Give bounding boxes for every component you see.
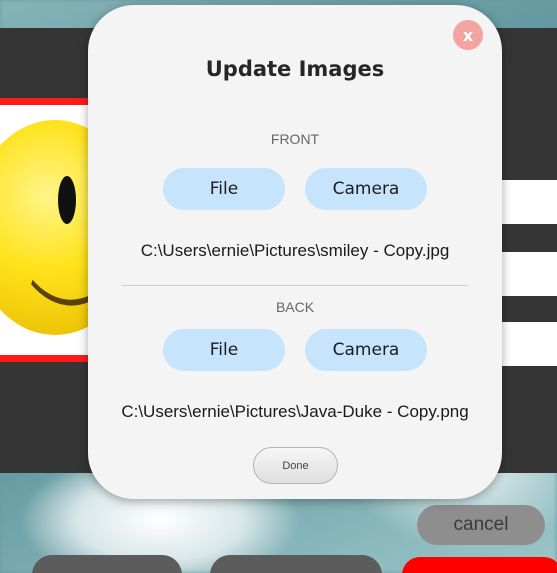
dialog-title: Update Images bbox=[205, 57, 385, 81]
back-file-path: C:\Users\ernie\Pictures\Java-Duke - Copy… bbox=[121, 402, 469, 421]
cancel-button[interactable]: cancel bbox=[417, 505, 545, 545]
back-camera-button[interactable]: Camera bbox=[305, 329, 427, 371]
update-images-dialog: x Update Images FRONT File Camera C:\Use… bbox=[88, 5, 502, 499]
front-camera-button[interactable]: Camera bbox=[305, 168, 427, 210]
front-file-path: C:\Users\ernie\Pictures\smiley - Copy.jp… bbox=[140, 241, 450, 260]
close-icon: x bbox=[462, 25, 474, 45]
background-button bbox=[210, 555, 382, 573]
back-section-label: BACK bbox=[275, 299, 315, 315]
background-field bbox=[497, 180, 557, 224]
front-section-label: FRONT bbox=[270, 131, 320, 147]
front-file-button[interactable]: File bbox=[163, 168, 285, 210]
section-divider bbox=[122, 285, 468, 286]
back-file-button[interactable]: File bbox=[163, 329, 285, 371]
background-button bbox=[32, 555, 182, 573]
close-button[interactable]: x bbox=[453, 20, 483, 50]
done-button[interactable]: Done bbox=[253, 447, 338, 484]
background-field bbox=[497, 322, 557, 366]
background-field bbox=[497, 252, 557, 296]
background-red-button bbox=[402, 557, 557, 573]
